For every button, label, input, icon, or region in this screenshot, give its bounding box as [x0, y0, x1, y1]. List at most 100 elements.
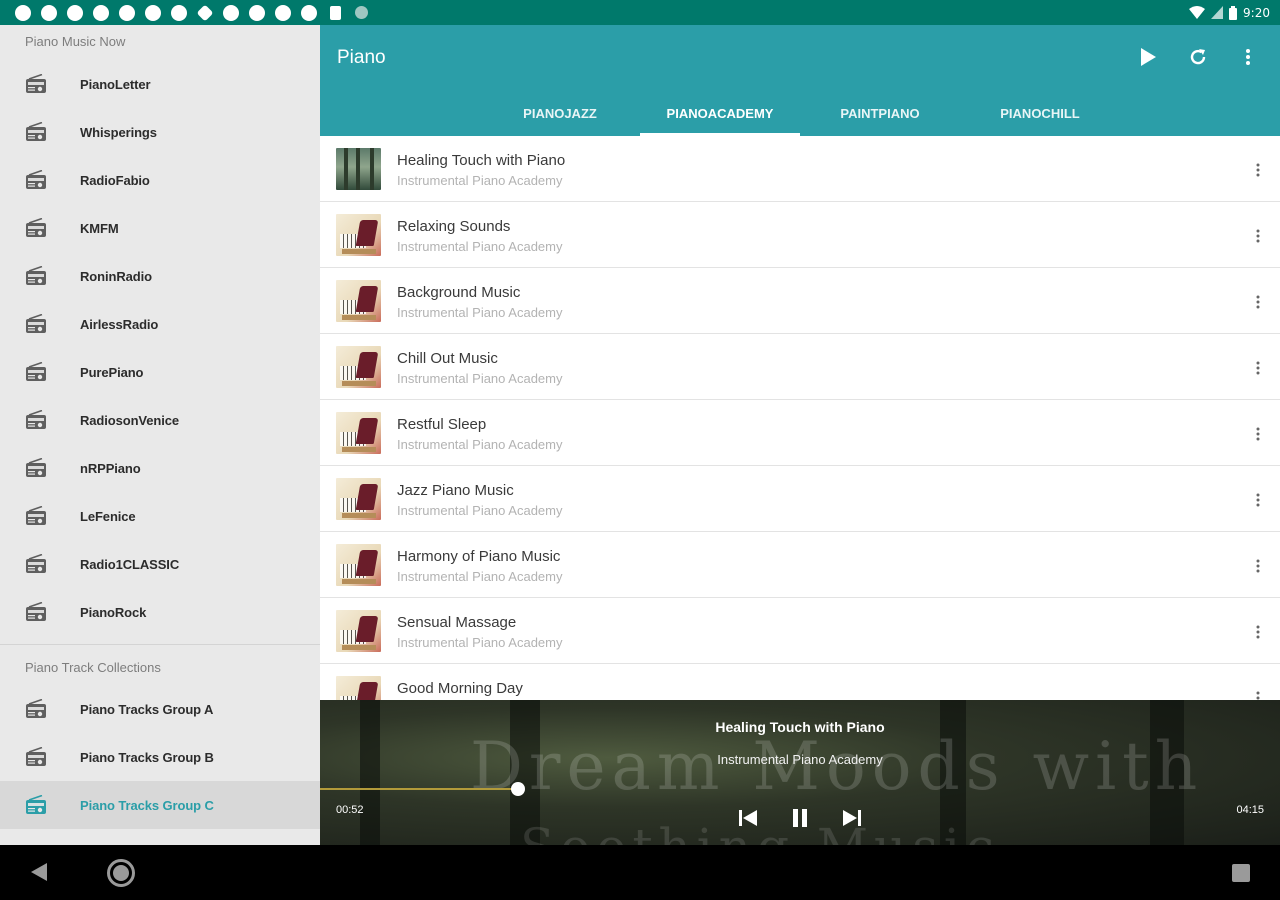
app-notification-icon: [244, 0, 270, 25]
drawer-item[interactable]: KMFM: [0, 204, 320, 252]
radio-icon: [24, 793, 48, 817]
track-row[interactable]: Sensual Massage Instrumental Piano Academ…: [320, 598, 1280, 664]
track-thumbnail: [336, 544, 381, 586]
settings-icon: [192, 0, 218, 25]
drawer-item[interactable]: RoninRadio: [0, 252, 320, 300]
drawer-item[interactable]: Whisperings: [0, 108, 320, 156]
more-vert-icon[interactable]: [1250, 160, 1266, 180]
tab-pianoacademy[interactable]: PIANOACADEMY: [640, 91, 800, 136]
drawer-item-label: Radio1CLASSIC: [80, 556, 180, 572]
drawer-item[interactable]: RadioFabio: [0, 156, 320, 204]
home-icon[interactable]: [107, 859, 135, 887]
seek-thumb[interactable]: [510, 782, 525, 796]
track-title: Jazz Piano Music: [397, 482, 514, 499]
drawer-item-label: PianoRock: [80, 604, 147, 620]
sd-card-icon: [322, 0, 348, 25]
radio-icon: [24, 264, 48, 288]
collections-header: Piano Track Collections: [25, 660, 161, 675]
more-vert-icon[interactable]: [1250, 490, 1266, 510]
app-bar-actions: [1134, 43, 1262, 71]
system-nav-bar: [0, 845, 1280, 900]
seek-bar[interactable]: [320, 782, 1280, 796]
drawer-item[interactable]: Piano Tracks Group B: [0, 733, 320, 781]
seek-progress: [320, 788, 518, 790]
track-thumbnail: [336, 412, 381, 454]
track-row[interactable]: Relaxing Sounds Instrumental Piano Academ…: [320, 202, 1280, 268]
skip-next-icon[interactable]: [838, 804, 866, 832]
play-icon[interactable]: [1134, 43, 1162, 71]
drawer-item[interactable]: LeFenice: [0, 492, 320, 540]
track-artist: Instrumental Piano Academy: [397, 305, 563, 320]
drawer-item[interactable]: AirlessRadio: [0, 300, 320, 348]
track-artist: Instrumental Piano Academy: [397, 569, 563, 584]
more-vert-icon[interactable]: [1250, 226, 1266, 246]
back-icon[interactable]: [30, 862, 48, 887]
drawer-item[interactable]: Piano Tracks Group A: [0, 685, 320, 733]
track-row[interactable]: Chill Out Music Instrumental Piano Academ…: [320, 334, 1280, 400]
station-list: PianoLetter Whisperings RadioFabio KMFM Roni…: [0, 60, 320, 636]
now-playing-title: Healing Touch with Piano: [715, 719, 885, 735]
app-root: 9:20 Piano Music Now PianoLetter Whisperi…: [0, 0, 1280, 900]
tab-paintpiano[interactable]: PAINTPIANO: [800, 91, 960, 136]
track-title: Restful Sleep: [397, 416, 487, 433]
pause-icon[interactable]: [786, 804, 814, 832]
drawer-item-label: LeFenice: [80, 508, 136, 524]
app-notification-icon: [296, 0, 322, 25]
drawer-item[interactable]: PianoRock: [0, 588, 320, 636]
radio-icon: [24, 600, 48, 624]
radio-icon: [24, 120, 48, 144]
drawer-item-label: RoninRadio: [80, 268, 152, 284]
recents-icon[interactable]: [1232, 864, 1250, 882]
status-indicators: 9:20: [1189, 5, 1270, 20]
drawer-item-label: Piano Tracks Group C: [80, 797, 214, 813]
app-notification-icon: [10, 0, 36, 25]
track-list: Healing Touch with Piano Instrumental Pia…: [320, 136, 1280, 700]
track-title: Harmony of Piano Music: [397, 548, 561, 565]
page-title: Piano: [337, 47, 386, 68]
track-title: Relaxing Sounds: [397, 218, 511, 235]
app-notification-icon: [62, 0, 88, 25]
drawer-item[interactable]: Radio1CLASSIC: [0, 540, 320, 588]
playback-controls: [320, 804, 1280, 832]
track-thumbnail: [336, 610, 381, 652]
drawer-item[interactable]: PianoLetter: [0, 60, 320, 108]
track-row[interactable]: Good Morning Day: [320, 664, 1280, 700]
track-thumbnail: [336, 346, 381, 388]
more-vert-icon[interactable]: [1250, 292, 1266, 312]
drawer-item[interactable]: nRPPiano: [0, 444, 320, 492]
tab-pianochill[interactable]: PIANOCHILL: [960, 91, 1120, 136]
drawer-item-label: AirlessRadio: [80, 316, 159, 332]
drawer-item-label: PurePiano: [80, 364, 144, 380]
more-vert-icon[interactable]: [1250, 424, 1266, 444]
more-vert-icon[interactable]: [1234, 43, 1262, 71]
track-artist: Instrumental Piano Academy: [397, 371, 563, 386]
track-title: Background Music: [397, 284, 521, 301]
track-thumbnail: [336, 676, 381, 700]
more-vert-icon[interactable]: [1250, 358, 1266, 378]
refresh-icon[interactable]: [1184, 43, 1212, 71]
drawer-item[interactable]: Piano Tracks Group C: [0, 781, 320, 829]
app-notification-icon: [218, 0, 244, 25]
more-vert-icon[interactable]: [1250, 556, 1266, 576]
tab-pianojazz[interactable]: PIANOJAZZ: [480, 91, 640, 136]
track-row[interactable]: Background Music Instrumental Piano Acade…: [320, 268, 1280, 334]
track-artist: Instrumental Piano Academy: [397, 173, 563, 188]
drawer-item[interactable]: PurePiano: [0, 348, 320, 396]
track-thumbnail: [336, 478, 381, 520]
track-row[interactable]: Harmony of Piano Music Instrumental Piano…: [320, 532, 1280, 598]
track-row[interactable]: Jazz Piano Music Instrumental Piano Acade…: [320, 466, 1280, 532]
drawer-item-label: nRPPiano: [80, 460, 141, 476]
track-row[interactable]: Restful Sleep Instrumental Piano Academy: [320, 400, 1280, 466]
radio-icon: [24, 72, 48, 96]
radio-icon: [24, 408, 48, 432]
track-row[interactable]: Healing Touch with Piano Instrumental Pia…: [320, 136, 1280, 202]
more-vert-icon[interactable]: [1250, 622, 1266, 642]
track-thumbnail: [336, 148, 381, 190]
more-vert-icon[interactable]: [1250, 688, 1266, 700]
skip-previous-icon[interactable]: [734, 804, 762, 832]
drawer-item[interactable]: RadiosonVenice: [0, 396, 320, 444]
track-title: Sensual Massage: [397, 614, 517, 631]
track-artist: Instrumental Piano Academy: [397, 635, 563, 650]
app-notification-icon: [270, 0, 296, 25]
status-bar: 9:20: [0, 0, 1280, 25]
